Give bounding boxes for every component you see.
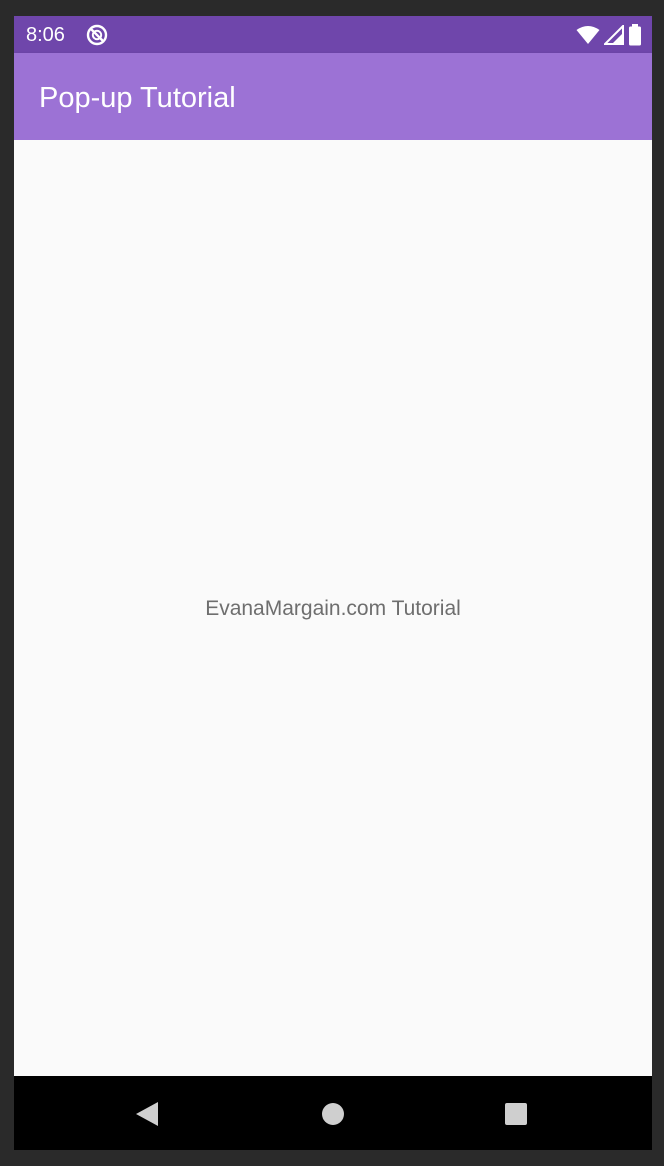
do-not-disturb-icon bbox=[86, 24, 108, 46]
status-bar: 8:06 bbox=[14, 16, 652, 53]
device-frame: 8:06 Pop-up Tutorial EvanaMargain.com Tu… bbox=[0, 0, 664, 1166]
back-button[interactable] bbox=[133, 1100, 161, 1128]
home-button[interactable] bbox=[319, 1100, 347, 1128]
cell-signal-icon bbox=[604, 25, 624, 45]
back-triangle-icon bbox=[136, 1102, 158, 1126]
home-circle-icon bbox=[322, 1103, 344, 1125]
recents-button[interactable] bbox=[502, 1100, 530, 1128]
phone-screen: 8:06 Pop-up Tutorial EvanaMargain.com Tu… bbox=[14, 16, 652, 1150]
app-title: Pop-up Tutorial bbox=[39, 82, 236, 114]
battery-icon bbox=[628, 24, 642, 46]
status-time: 8:06 bbox=[26, 24, 65, 46]
main-content: EvanaMargain.com Tutorial bbox=[14, 140, 652, 1076]
recents-square-icon bbox=[505, 1103, 527, 1125]
wifi-icon bbox=[576, 25, 600, 45]
status-icons bbox=[576, 24, 642, 46]
tutorial-text: EvanaMargain.com Tutorial bbox=[205, 597, 461, 620]
navigation-bar bbox=[14, 1076, 652, 1150]
app-bar: Pop-up Tutorial bbox=[14, 53, 652, 140]
